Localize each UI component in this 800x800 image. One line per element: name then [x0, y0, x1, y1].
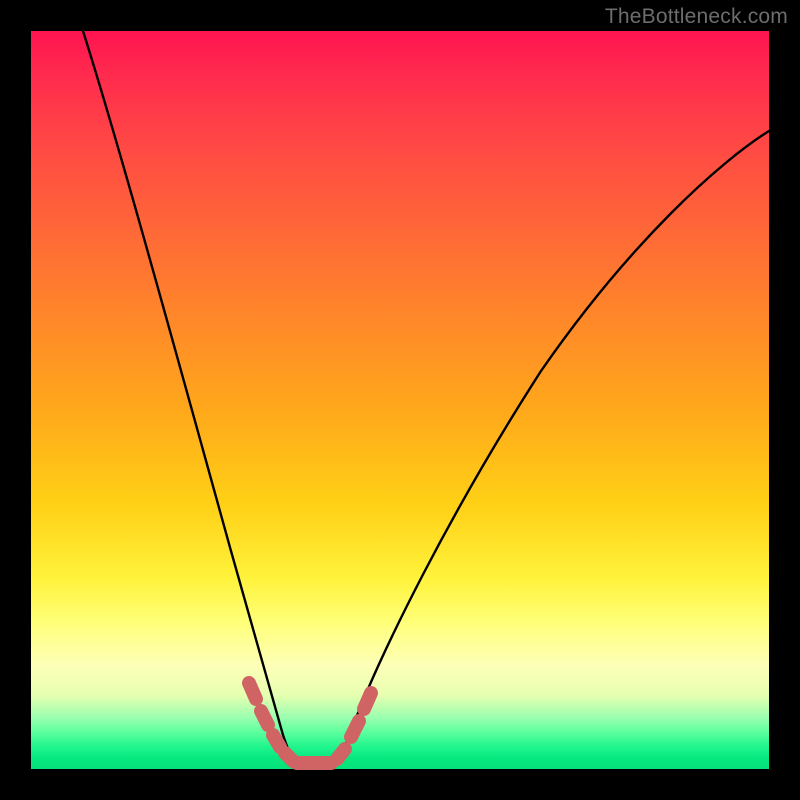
chart-svg [31, 31, 769, 769]
marker-band-right [337, 693, 371, 759]
bottleneck-curve [83, 31, 769, 763]
watermark-text: TheBottleneck.com [605, 5, 788, 29]
chart-frame: TheBottleneck.com [0, 0, 800, 800]
